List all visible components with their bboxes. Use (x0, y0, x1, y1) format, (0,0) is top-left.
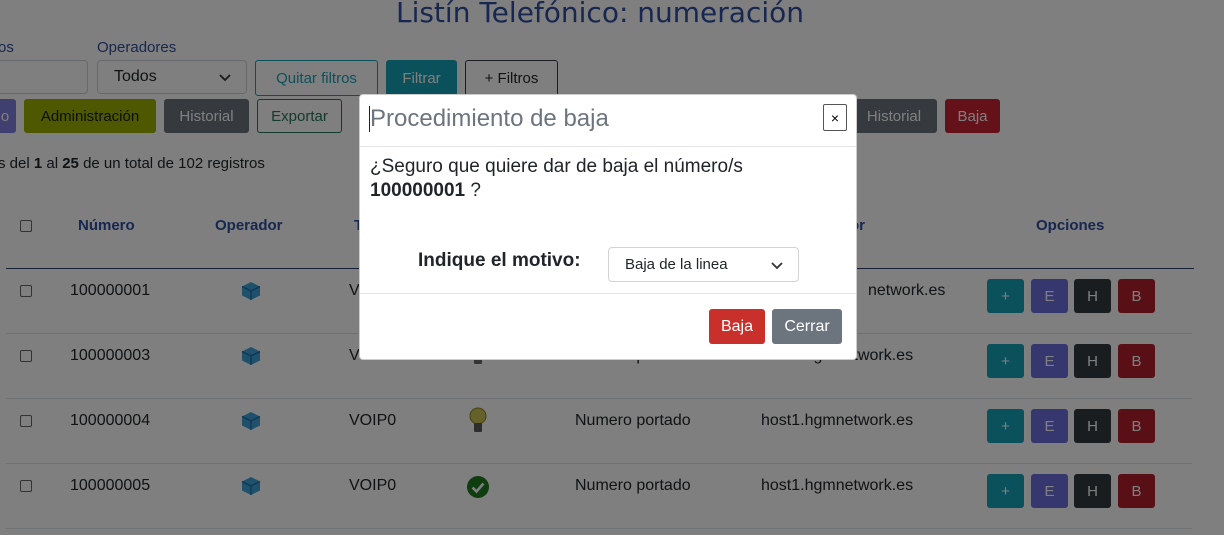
dialog-number: 100000001 (370, 180, 466, 201)
delete-dialog: Procedimiento de baja × ¿Seguro que quie… (359, 94, 857, 360)
close-dialog-button[interactable]: Cerrar (772, 309, 842, 344)
dialog-header-divider (360, 146, 856, 147)
dialog-question: ¿Seguro que quiere dar de baja el número… (370, 156, 743, 201)
chevron-down-icon (771, 261, 783, 269)
close-icon[interactable]: × (823, 104, 847, 131)
confirm-delete-button[interactable]: Baja (709, 309, 765, 344)
reason-label: Indique el motivo: (418, 250, 581, 271)
dialog-title: Procedimiento de baja (370, 105, 609, 132)
reason-select-value: Baja de la linea (625, 256, 728, 273)
reason-select[interactable]: Baja de la linea (608, 247, 799, 282)
dialog-footer-divider (360, 293, 856, 294)
